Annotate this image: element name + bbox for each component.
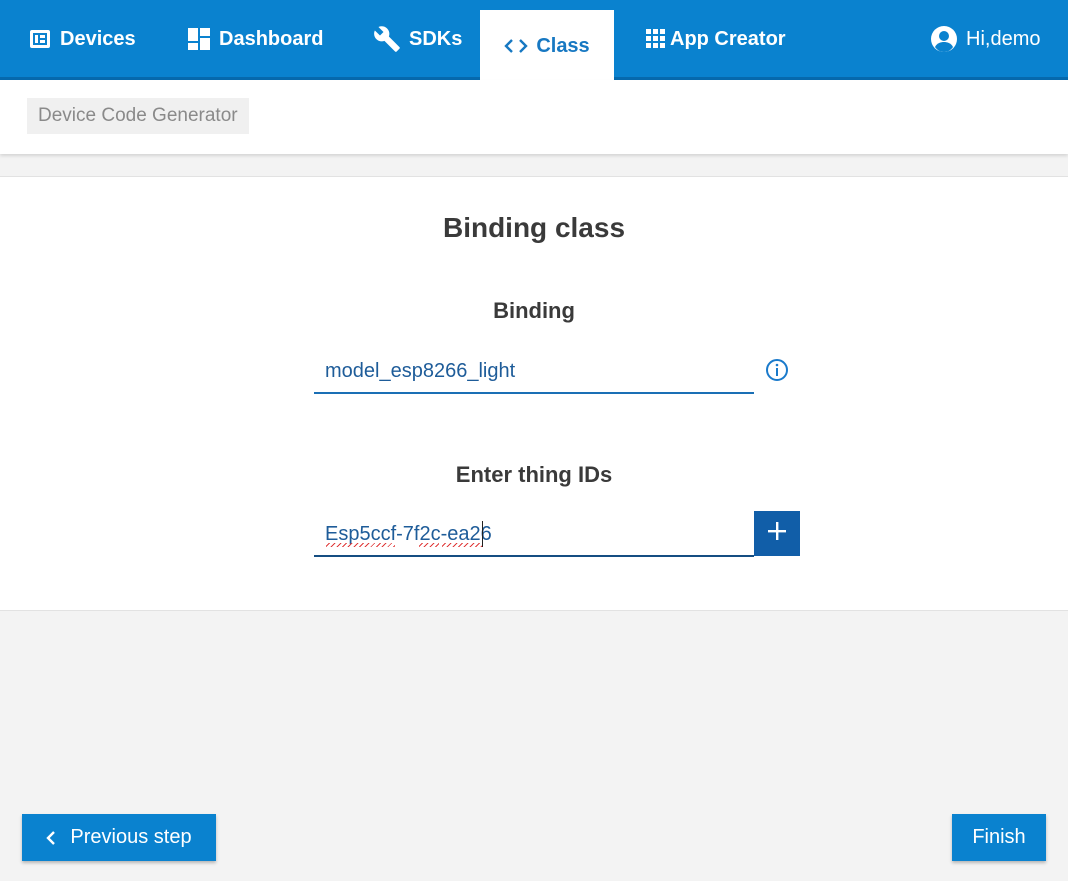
binding-input[interactable] xyxy=(314,350,754,394)
binding-label: Binding xyxy=(493,298,575,323)
finish-label: Finish xyxy=(972,826,1026,848)
spellcheck-underline xyxy=(326,543,395,547)
nav-app-creator[interactable]: App Creator xyxy=(646,0,786,78)
dashboard-icon xyxy=(187,27,211,51)
add-thing-id-button[interactable] xyxy=(754,511,800,556)
spellcheck-underline xyxy=(442,543,482,547)
user-menu[interactable]: Hi,demo xyxy=(930,0,1040,78)
nav-dashboard[interactable]: Dashboard xyxy=(187,0,323,78)
thing-ids-label: Enter thing IDs xyxy=(455,462,613,487)
nav-app-creator-label: App Creator xyxy=(670,27,786,50)
info-icon[interactable] xyxy=(765,358,789,382)
nav-devices-label: Devices xyxy=(60,27,136,50)
breadcrumb-bar: Device Code Generator xyxy=(0,80,1068,154)
page-title: Binding class xyxy=(442,212,626,243)
thing-id-input[interactable] xyxy=(314,513,754,557)
top-navigation: Devices Dashboard SDKs Class App Creator… xyxy=(0,0,1068,80)
nav-class-label: Class xyxy=(536,34,590,57)
previous-step-button[interactable]: Previous step xyxy=(22,814,216,861)
nav-dashboard-label: Dashboard xyxy=(219,27,324,50)
nav-class[interactable]: Class xyxy=(480,10,614,80)
nav-sdks-label: SDKs xyxy=(409,27,463,50)
devices-icon xyxy=(28,27,52,51)
previous-step-label: Previous step xyxy=(70,826,192,848)
finish-button[interactable]: Finish xyxy=(952,814,1046,861)
breadcrumb[interactable]: Device Code Generator xyxy=(27,98,249,134)
wrench-icon xyxy=(373,25,401,53)
spellcheck-underline xyxy=(419,543,439,547)
chevron-left-icon xyxy=(46,830,56,846)
nav-devices[interactable]: Devices xyxy=(28,0,136,78)
user-greeting: Hi,demo xyxy=(966,27,1041,50)
user-avatar-icon xyxy=(930,25,958,53)
plus-icon xyxy=(768,522,786,545)
text-caret xyxy=(482,521,483,547)
apps-grid-icon xyxy=(646,29,666,49)
code-icon xyxy=(504,38,529,54)
nav-sdks[interactable]: SDKs xyxy=(373,0,462,78)
